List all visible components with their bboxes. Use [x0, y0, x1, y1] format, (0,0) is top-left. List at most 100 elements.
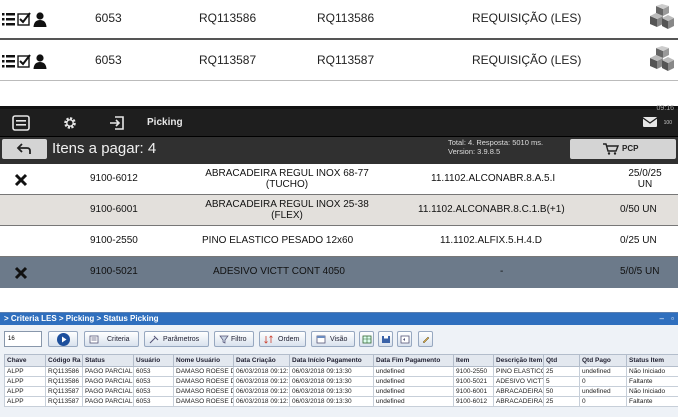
breadcrumb-bar: > Criteria LES > Picking > Status Pickin…: [0, 313, 678, 325]
cart-icon: [603, 143, 619, 155]
table-cell: ADESIVO VICTT CON: [493, 376, 544, 387]
picking-item-row[interactable]: 9100-6001 ABRACADEIRA REGUL INOX 25-38 (…: [0, 195, 678, 226]
table-row[interactable]: ALPP RQ113587 PAGO PARCIAL 6053 DAMASO R…: [4, 396, 678, 407]
response-stats: Total: 4. Resposta: 5010 ms. Version: 3.…: [448, 138, 543, 156]
column-header[interactable]: Nome Usuário: [173, 354, 234, 367]
back-button[interactable]: [2, 139, 47, 159]
item-quantity: 5/0/5 UN: [620, 266, 660, 277]
pcp-button[interactable]: PCP: [570, 139, 676, 159]
table-cell: 5: [543, 376, 580, 387]
table-cell: DAMASO ROESE DA: [173, 366, 234, 377]
filtro-button[interactable]: Filtro: [214, 331, 254, 347]
column-header[interactable]: Status Item: [626, 354, 678, 367]
user-number: 6053: [95, 53, 122, 67]
list-check-user-icon[interactable]: [2, 10, 48, 28]
ordem-label: Ordem: [278, 336, 300, 343]
edit-button[interactable]: [418, 331, 433, 347]
view-icon: [316, 335, 326, 344]
pcp-label: PCP: [622, 144, 639, 153]
maximize-icon[interactable]: ▫: [671, 314, 674, 323]
requisition-type: REQUISIÇÃO (LES): [472, 53, 582, 67]
logout-icon[interactable]: [108, 115, 126, 131]
table-cell: undefined: [373, 396, 454, 407]
table-cell: RQ113587: [45, 396, 83, 407]
picking-panel: Picking 09:16 100 Itens a pagar: 4 Total…: [0, 105, 678, 289]
picking-item-row[interactable]: 9100-2550 PINO ELASTICO PESADO 12x60 11.…: [0, 226, 678, 257]
table-cell: ALPP: [4, 386, 46, 397]
mail-icon[interactable]: [642, 115, 658, 129]
page-title: Picking: [147, 117, 183, 128]
window-button[interactable]: [397, 331, 412, 347]
column-header[interactable]: Data Fim Pagamento: [373, 354, 454, 367]
table-cell: 0: [579, 396, 627, 407]
table-cell: Não Iniciado: [626, 366, 678, 377]
picking-item-row-selected[interactable]: 9100-5021 ADESIVO VICTT CONT 4050 - 5/0/…: [0, 257, 678, 288]
item-description-line1: ABRACADEIRA REGUL INOX 25-38: [205, 199, 369, 210]
back-arrow-icon: [16, 143, 31, 154]
ordem-button[interactable]: Ordem: [259, 331, 306, 347]
table-cell: undefined: [373, 386, 454, 397]
visao-button[interactable]: Visão: [311, 331, 355, 347]
pencil-icon: [422, 336, 430, 344]
table-cell: ALPP: [4, 376, 46, 387]
column-header[interactable]: Data Início Pagamento: [289, 354, 374, 367]
table-cell: Faltante: [626, 376, 678, 387]
breadcrumb: > Criteria LES > Picking > Status Pickin…: [4, 314, 159, 323]
table-row[interactable]: ALPP RQ113587 PAGO PARCIAL 6053 DAMASO R…: [4, 386, 678, 397]
column-header[interactable]: Qtd Pago: [579, 354, 627, 367]
column-header[interactable]: Código Ra: [45, 354, 83, 367]
gear-icon[interactable]: [61, 115, 79, 131]
clock: 09:16: [656, 105, 674, 112]
table-cell: 9100-5021: [453, 376, 494, 387]
table-cell: 9100-6001: [453, 386, 494, 397]
mail-badge: 100: [663, 120, 672, 126]
table-cell: DAMASO ROESE DA: [173, 376, 234, 387]
table-cell: 6053: [133, 396, 174, 407]
table-cell: PAGO PARCIAL: [82, 366, 134, 377]
column-header[interactable]: Status: [82, 354, 134, 367]
boxes-icon[interactable]: [648, 46, 674, 72]
items-to-pay-title: Itens a pagar: 4: [52, 140, 157, 157]
table-cell: PAGO PARCIAL: [82, 376, 134, 387]
filtro-label: Filtro: [231, 336, 247, 343]
table-cell: Não Iniciado: [626, 386, 678, 397]
close-icon[interactable]: [14, 266, 28, 280]
column-header[interactable]: Chave: [4, 354, 46, 367]
parametros-button[interactable]: Parâmetros: [144, 331, 209, 347]
table-cell: 9100-2550: [453, 366, 494, 377]
table-cell: 06/03/2018 09:12:: [233, 396, 290, 407]
column-header[interactable]: Data Criação: [233, 354, 290, 367]
spreadsheet-icon: [362, 335, 372, 344]
export-excel-button[interactable]: [359, 331, 374, 347]
table-cell: DAMASO ROESE DA: [173, 396, 234, 407]
menu-icon[interactable]: [12, 115, 30, 131]
run-button[interactable]: [48, 331, 78, 347]
window-icon: [400, 335, 410, 344]
save-button[interactable]: [378, 331, 393, 347]
close-icon[interactable]: [14, 173, 28, 187]
table-cell: ALPP: [4, 366, 46, 377]
criteria-button[interactable]: Criteria: [84, 331, 139, 347]
table-row[interactable]: ALPP RQ113586 PAGO PARCIAL 6053 DAMASO R…: [4, 366, 678, 377]
row-divider: [0, 38, 678, 40]
column-header[interactable]: Usuário: [133, 354, 174, 367]
requisition-row[interactable]: 6053 RQ113586 RQ113586 REQUISIÇÃO (LES): [0, 0, 678, 38]
column-header[interactable]: Qtd: [543, 354, 580, 367]
page-size-stepper[interactable]: 16: [4, 331, 42, 347]
table-cell: ALPP: [4, 396, 46, 407]
column-header[interactable]: Descrição Item: [493, 354, 544, 367]
requisition-code: RQ113586: [199, 11, 257, 25]
list-check-user-icon[interactable]: [2, 52, 48, 70]
table-cell: PAGO PARCIAL: [82, 396, 134, 407]
status-picking-panel: > Criteria LES > Picking > Status Pickin…: [0, 312, 678, 417]
table-row[interactable]: ALPP RQ113586 PAGO PARCIAL 6053 DAMASO R…: [4, 376, 678, 387]
table-cell: 06/03/2018 09:13:30: [289, 396, 374, 407]
requisition-row[interactable]: 6053 RQ113587 RQ113587 REQUISIÇÃO (LES): [0, 42, 678, 80]
item-code: 9100-5021: [90, 266, 138, 277]
toolbar: 16 Criteria Parâmetros Filtro Ordem Visã…: [2, 331, 676, 348]
picking-item-row[interactable]: 9100-6012 ABRACADEIRA REGUL INOX 68-77 (…: [0, 164, 678, 195]
table-cell: 06/03/2018 09:13:30: [289, 376, 374, 387]
minimize-icon[interactable]: –: [660, 314, 664, 323]
column-header[interactable]: Item: [453, 354, 494, 367]
boxes-icon[interactable]: [648, 4, 674, 30]
